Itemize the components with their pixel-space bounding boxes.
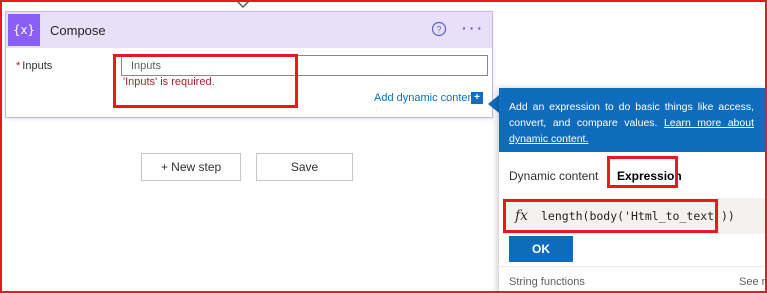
new-step-button[interactable]: + New step — [141, 153, 241, 181]
save-button[interactable]: Save — [256, 153, 353, 181]
expression-tab-highlight-box — [607, 156, 678, 188]
compose-card-title[interactable]: Compose — [50, 23, 106, 38]
compose-card-header[interactable]: {x} Compose ? ··· — [6, 12, 492, 48]
tab-dynamic-content[interactable]: Dynamic content — [509, 169, 598, 183]
add-dynamic-content-link[interactable]: Add dynamic content — [374, 92, 477, 104]
expression-info-banner: Add an expression to do basic things lik… — [499, 88, 767, 152]
help-icon[interactable]: ? — [431, 21, 447, 37]
see-more-link[interactable]: See m — [739, 276, 767, 288]
ok-button[interactable]: OK — [509, 236, 573, 262]
expression-highlight-box — [503, 199, 718, 233]
more-options-icon[interactable]: ··· — [462, 20, 485, 36]
required-marker: * — [16, 60, 21, 72]
panel-pointer — [488, 95, 499, 113]
inputs-label-text: Inputs — [22, 60, 53, 72]
connector-arrow-icon — [236, 0, 250, 8]
panel-divider — [499, 266, 767, 267]
expression-panel: Add an expression to do basic things lik… — [499, 88, 767, 293]
string-functions-heading: String functions — [509, 276, 585, 288]
compose-action-card: {x} Compose ? ··· *Inputs 'Inputs' is re… — [5, 11, 493, 118]
svg-text:?: ? — [436, 25, 441, 35]
add-dynamic-content-icon[interactable]: + — [471, 92, 483, 104]
inputs-label: * Inputs — [16, 60, 52, 72]
compose-icon: {x} — [8, 14, 40, 46]
expression-info-text: Add an expression to do basic things lik… — [509, 99, 754, 147]
inputs-highlight-box — [113, 54, 298, 108]
